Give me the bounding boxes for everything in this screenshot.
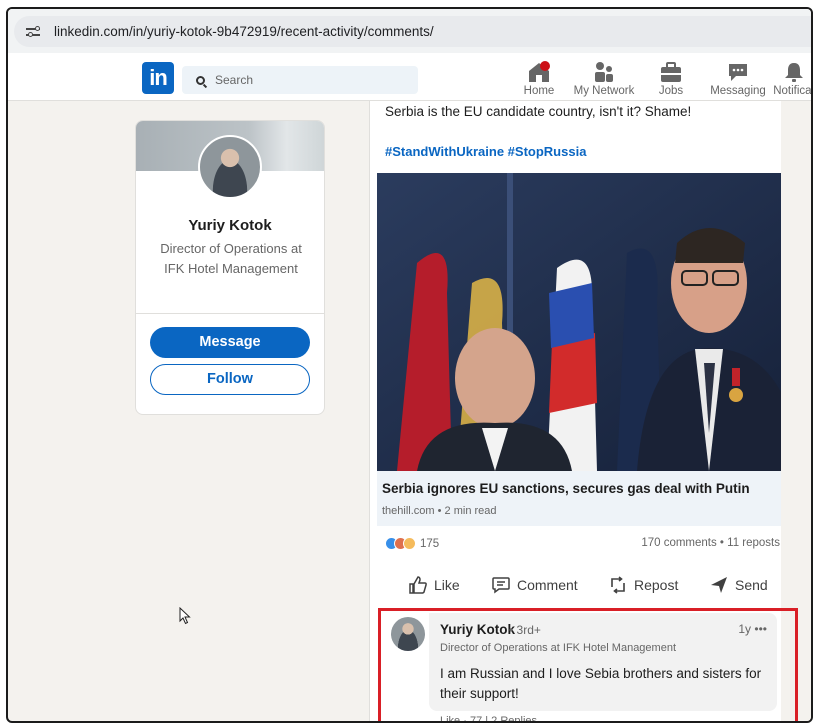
nav-messaging[interactable]: Messaging (706, 57, 770, 101)
profile-card: Yuriy Kotok Director of Operations at IF… (135, 120, 325, 415)
search-icon (196, 75, 205, 85)
divider (136, 313, 324, 314)
repost-label: Repost (634, 577, 679, 593)
highlight-box (378, 608, 798, 721)
send-icon (711, 577, 727, 593)
nav-jobs-label: Jobs (658, 85, 684, 97)
comment-label: Comment (517, 577, 578, 593)
search-placeholder: Search (215, 73, 254, 87)
nav-notifications-label: Notificat (773, 85, 813, 97)
briefcase-icon (654, 57, 688, 83)
message-button[interactable]: Message (150, 327, 310, 358)
profile-name[interactable]: Yuriy Kotok (136, 217, 324, 234)
bell-icon (772, 57, 811, 83)
avatar[interactable] (198, 135, 262, 199)
comment-button[interactable]: Comment (491, 575, 578, 595)
send-label: Send (735, 577, 768, 593)
address-bar: linkedin.com/in/yuriy-kotok-9b472919/rec… (8, 9, 811, 53)
site-settings-icon[interactable] (26, 25, 44, 39)
nav-home-label: Home (523, 85, 555, 97)
like-label: Like (434, 577, 460, 593)
article-title[interactable]: Serbia ignores EU sanctions, secures gas… (382, 481, 750, 496)
nav-messaging-label: Messaging (710, 85, 766, 97)
celebrate-reaction-icon (403, 537, 416, 550)
linkedin-nav: in Search Home My Network Jobs Messaging… (8, 53, 811, 101)
nav-my-network-label: My Network (573, 85, 635, 97)
network-icon (568, 57, 640, 83)
nav-jobs[interactable]: Jobs (654, 57, 688, 101)
linkedin-logo[interactable]: in (142, 62, 174, 94)
messaging-icon (706, 57, 770, 83)
reactions-count[interactable]: 175 (420, 538, 439, 550)
comment-icon (492, 577, 510, 594)
thumbs-up-icon (409, 576, 427, 594)
article-meta: thehill.com • 2 min read (382, 505, 497, 517)
repost-icon (611, 576, 625, 594)
browser-window: linkedin.com/in/yuriy-kotok-9b472919/rec… (6, 7, 813, 723)
social-counts: 175 170 comments • 11 reposts (385, 537, 780, 553)
post-actions: Like Comment Repost Send (370, 575, 793, 601)
like-button[interactable]: Like (408, 575, 460, 595)
send-button[interactable]: Send (709, 575, 768, 595)
nav-home[interactable]: Home (518, 57, 560, 101)
url-field[interactable]: linkedin.com/in/yuriy-kotok-9b472919/rec… (14, 16, 811, 47)
home-icon (518, 57, 560, 83)
repost-button[interactable]: Repost (608, 575, 678, 595)
profile-headline: Director of Operations at IFK Hotel Mana… (160, 241, 302, 276)
mouse-cursor-icon (179, 607, 191, 625)
search-input[interactable]: Search (182, 66, 418, 94)
follow-button[interactable]: Follow (150, 364, 310, 395)
url-text[interactable]: linkedin.com/in/yuriy-kotok-9b472919/rec… (54, 24, 434, 39)
post-text: Serbia is the EU candidate country, isn'… (385, 104, 692, 119)
comments-reposts-count[interactable]: 170 comments • 11 reposts (641, 537, 780, 549)
nav-my-network[interactable]: My Network (568, 57, 640, 101)
nav-notifications[interactable]: Notificat (772, 57, 813, 101)
article-image[interactable] (377, 173, 793, 471)
post-hashtags[interactable]: #StandWithUkraine #StopRussia (385, 144, 586, 159)
article-preview[interactable]: Serbia ignores EU sanctions, secures gas… (377, 471, 793, 526)
reactions[interactable]: 175 (385, 537, 439, 550)
